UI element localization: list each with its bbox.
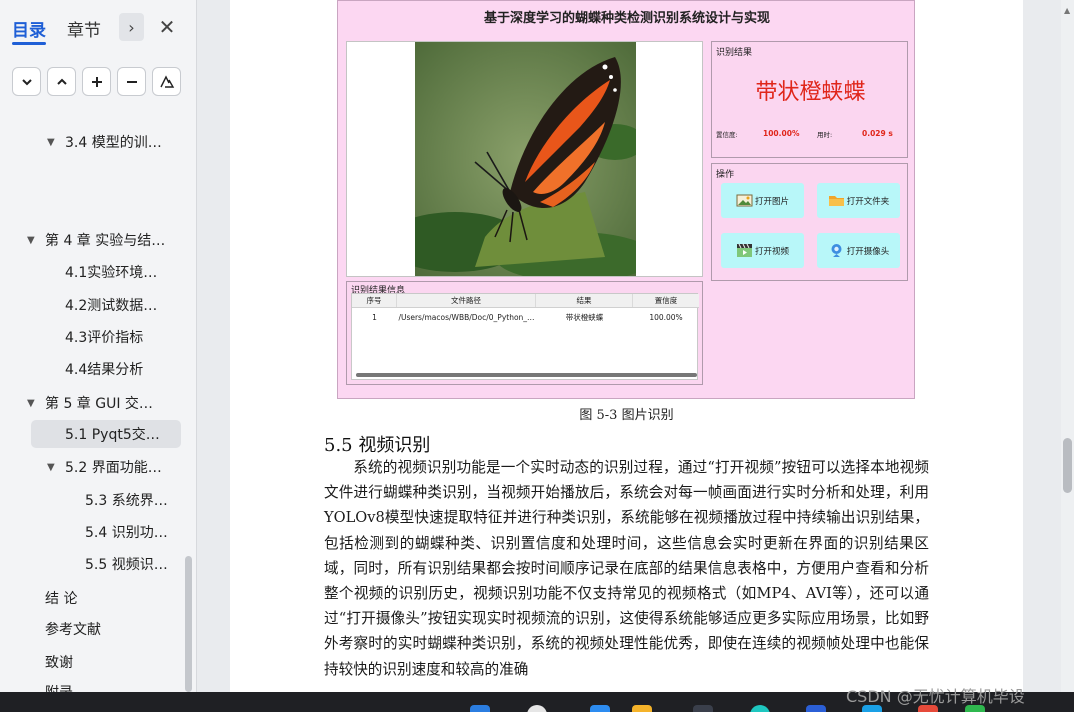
video-icon — [736, 243, 752, 257]
camera-icon — [831, 244, 842, 257]
figure-screenshot: 基于深度学习的蝴蝶种类检测识别系统设计与实现 识别结果 带状橙蛱蝶 置信度: 1… — [337, 0, 915, 399]
toc-item[interactable]: 结 论 — [45, 584, 77, 612]
toc-item[interactable]: 5.5 视频识… — [85, 550, 168, 578]
result-table: 序号 文件路径 结果 置信度 1 /Users/macos/WBB/Doc/0_… — [351, 293, 699, 380]
toc-item[interactable]: 4.3评价指标 — [65, 323, 143, 351]
table-cell: 带状橙蛱蝶 — [565, 313, 604, 322]
app-icon[interactable] — [750, 705, 770, 712]
caret-down-icon[interactable]: ▼ — [27, 235, 45, 246]
table-row[interactable]: 1 /Users/macos/WBB/Doc/0_Python_… 带状橙蛱蝶 … — [352, 309, 699, 326]
open-folder-button[interactable]: 打开文件夹 — [817, 183, 900, 218]
table-header: 序号 文件路径 结果 置信度 — [352, 294, 699, 308]
document-page: 基于深度学习的蝴蝶种类检测识别系统设计与实现 识别结果 带状橙蛱蝶 置信度: 1… — [230, 0, 1023, 692]
table-cell: /Users/macos/WBB/Doc/0_Python_… — [398, 313, 535, 322]
toc-item[interactable]: 4.1实验环境… — [65, 258, 157, 286]
app-icon[interactable] — [806, 705, 826, 712]
result-groupbox: 识别结果 带状橙蛱蝶 置信度: 100.00% 用时: 0.029 s — [711, 41, 908, 158]
column-header[interactable]: 文件路径 — [397, 294, 536, 307]
open-video-button[interactable]: 打开视频 — [721, 233, 804, 268]
toc-item[interactable]: 参考文献 — [45, 615, 101, 643]
search-icon[interactable] — [527, 705, 547, 712]
operations-group-title: 操作 — [716, 170, 735, 180]
operations-groupbox: 操作 打开图片 打开文件夹 打开视频 打开摄像头 — [711, 163, 908, 281]
caret-down-icon[interactable]: ▼ — [47, 137, 65, 148]
toc-item-selected[interactable]: 5.1 Pyqt5交… — [31, 420, 181, 448]
terminal-icon[interactable] — [693, 705, 713, 712]
bookmark-tool-icon[interactable] — [152, 67, 181, 96]
document-scrollbar[interactable]: ▲ — [1061, 0, 1074, 692]
toc-item[interactable]: ▼ 5.2 界面功能… — [47, 453, 162, 481]
toc-item[interactable]: 5.3 系统界… — [85, 486, 168, 514]
toc-item[interactable]: 4.2测试数据… — [65, 291, 157, 319]
tab-toc[interactable]: 目录 — [12, 16, 46, 41]
watermark: CSDN @无忧计算机毕设 — [846, 687, 1025, 706]
sidebar-scrollbar[interactable] — [185, 556, 192, 692]
caret-down-icon[interactable]: ▼ — [47, 462, 65, 473]
add-icon[interactable] — [82, 67, 111, 96]
confidence-label: 置信度: — [716, 131, 738, 139]
scrollbar-thumb[interactable] — [1063, 438, 1072, 493]
result-group-title: 识别结果 — [716, 48, 753, 58]
table-cell: 100.00% — [649, 313, 683, 322]
close-icon[interactable]: ✕ — [156, 14, 178, 40]
toc-item[interactable]: 附录 — [45, 678, 73, 692]
table-cell: 1 — [372, 313, 377, 322]
result-species-name: 带状橙蛱蝶 — [755, 80, 866, 105]
confidence-value: 100.00% — [763, 129, 800, 138]
figure-caption: 图 5-3 图片识别 — [579, 408, 674, 423]
browser-icon[interactable] — [590, 705, 610, 712]
image-icon — [736, 194, 753, 207]
open-camera-button[interactable]: 打开摄像头 — [817, 233, 900, 268]
time-value: 0.029 s — [862, 129, 893, 138]
body-paragraph: 系统的视频识别功能是一个实时动态的识别过程，通过“打开视频”按钮可以选择本地视频… — [324, 459, 929, 678]
toc-item[interactable]: 5.4 识别功… — [85, 518, 168, 546]
active-tab-indicator — [12, 42, 46, 45]
butterfly-photo — [415, 42, 636, 276]
toc-item[interactable]: ▼ 第 5 章 GUI 交… — [27, 389, 153, 417]
column-header[interactable]: 序号 — [352, 294, 397, 307]
windows-start-icon[interactable] — [470, 705, 490, 712]
sidebar-tabs: 目录 章节 › ✕ — [0, 0, 196, 54]
result-table-groupbox: 识别结果信息 序号 文件路径 结果 置信度 1 /Users/macos/WBB… — [346, 281, 703, 385]
toc-sidebar: 目录 章节 › ✕ ▼ 3.4 模型的训… ▼ 第 4 章 实验与结… 4.1实验环… — [0, 0, 197, 692]
toc-item[interactable]: ▼ 3.4 模型的训… — [47, 128, 162, 156]
expand-down-icon[interactable] — [12, 67, 41, 96]
files-icon[interactable] — [632, 705, 652, 712]
column-header[interactable]: 置信度 — [633, 294, 699, 307]
folder-icon — [828, 196, 844, 206]
time-label: 用时: — [817, 131, 833, 139]
document-viewer: 基于深度学习的蝴蝶种类检测识别系统设计与实现 识别结果 带状橙蛱蝶 置信度: 1… — [198, 0, 1060, 692]
toc-item[interactable]: ▼ 第 4 章 实验与结… — [27, 226, 165, 254]
figure-app-title: 基于深度学习的蝴蝶种类检测识别系统设计与实现 — [483, 11, 770, 26]
chevron-right-icon[interactable]: › — [119, 13, 144, 41]
scroll-up-icon[interactable]: ▲ — [1064, 6, 1070, 15]
figure-image-panel — [346, 41, 703, 277]
toc-item[interactable]: 4.4结果分析 — [65, 355, 143, 383]
tab-chapters[interactable]: 章节 — [67, 16, 101, 41]
column-header[interactable]: 结果 — [536, 294, 633, 307]
toc-item[interactable]: 致谢 — [45, 648, 73, 676]
caret-down-icon[interactable]: ▼ — [27, 398, 45, 409]
remove-icon[interactable] — [117, 67, 146, 96]
open-image-button[interactable]: 打开图片 — [721, 183, 804, 218]
section-heading: 5.5 视频识别 — [324, 435, 431, 456]
table-scrollbar[interactable] — [356, 373, 697, 377]
collapse-up-icon[interactable] — [47, 67, 76, 96]
